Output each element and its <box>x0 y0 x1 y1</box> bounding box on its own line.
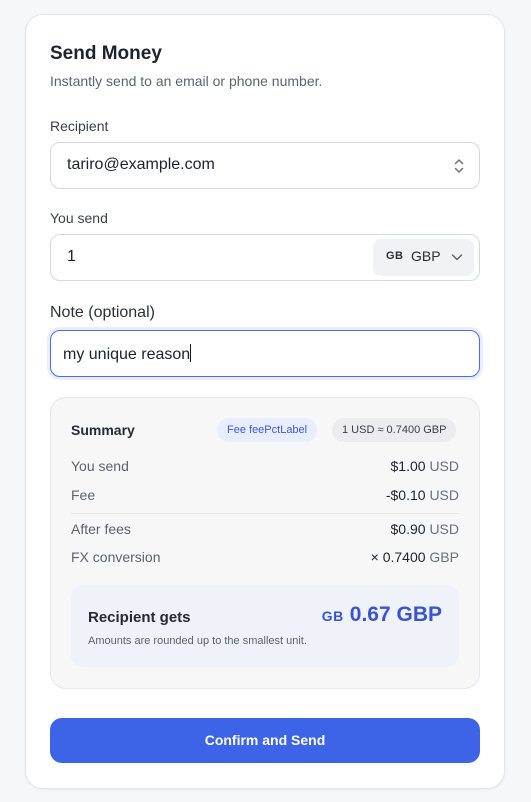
row-amount: $1.00 <box>390 458 426 474</box>
row-label: You send <box>71 458 129 474</box>
recipient-gets-amount: GB 0.67 GBP <box>322 603 442 627</box>
updown-chevron-icon <box>454 159 464 173</box>
row-currency: USD <box>429 487 459 503</box>
recipient-gets-label: Recipient gets <box>88 609 191 626</box>
amount-field[interactable]: 1 GB GBP <box>50 234 480 281</box>
fee-pill: Fee feePctLabel <box>217 418 318 442</box>
row-label: FX conversion <box>71 549 161 565</box>
recipient-currency-code: GB <box>321 608 344 624</box>
row-amount: -$0.10 <box>385 487 426 503</box>
row-currency: USD <box>429 521 459 537</box>
rounding-note: Amounts are rounded up to the smallest u… <box>88 635 307 647</box>
summary-title: Summary <box>71 422 135 438</box>
text-caret <box>190 344 192 362</box>
summary-divider <box>71 513 459 514</box>
row-label: Fee <box>71 487 96 503</box>
note-value-wrap: my unique reason <box>63 344 192 364</box>
confirm-send-button[interactable]: Confirm and Send <box>50 718 480 763</box>
chevron-down-icon <box>451 254 463 261</box>
amount-input[interactable]: 1 <box>67 248 76 266</box>
row-amount: × 0.7400 <box>370 549 426 565</box>
row-currency: USD <box>429 458 459 474</box>
rate-pill: 1 USD ≈ 0.7400 GBP <box>332 418 457 442</box>
summary-panel: Summary Fee feePctLabel 1 USD ≈ 0.7400 G… <box>50 397 480 689</box>
currency-select[interactable]: GB GBP <box>373 239 474 276</box>
row-currency: GBP <box>429 549 459 565</box>
row-label: After fees <box>71 521 131 537</box>
recipient-label: Recipient <box>50 118 109 134</box>
page-subtitle: Instantly send to an email or phone numb… <box>50 73 323 89</box>
currency-flag-code: GB <box>386 250 404 262</box>
recipient-select[interactable]: tariro@example.com <box>50 142 480 189</box>
row-value: -$0.10 USD <box>386 487 459 503</box>
page-title: Send Money <box>50 43 162 64</box>
send-money-card: Send Money Instantly send to an email or… <box>25 14 505 789</box>
note-value: my unique reason <box>63 346 191 363</box>
note-input[interactable]: my unique reason <box>50 330 480 377</box>
amount-label: You send <box>50 210 108 226</box>
recipient-gets-value: 0.67 GBP <box>349 603 442 626</box>
row-value: $0.90 USD <box>391 521 460 537</box>
row-value: $1.00 USD <box>391 458 460 474</box>
note-label: Note (optional) <box>50 304 155 321</box>
recipient-gets-box: Recipient gets GB 0.67 GBP Amounts are ro… <box>71 585 459 667</box>
row-value: × 0.7400 GBP <box>371 549 459 565</box>
row-amount: $0.90 <box>390 521 426 537</box>
recipient-value: tariro@example.com <box>67 156 215 173</box>
currency-name: GBP <box>411 248 441 264</box>
